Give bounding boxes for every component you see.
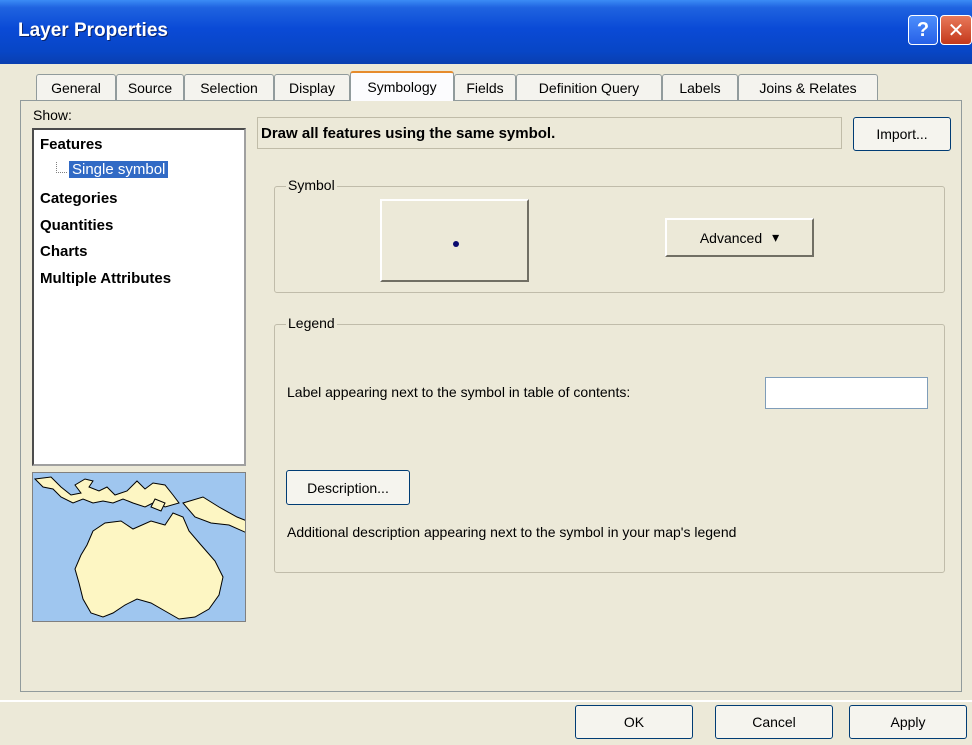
title-bar: Layer Properties ? ✕	[0, 0, 972, 64]
show-tree: Features Single symbol Categories Quanti…	[32, 128, 246, 466]
tree-item-multiple-attributes[interactable]: Multiple Attributes	[40, 270, 171, 287]
tab-definition-query[interactable]: Definition Query	[516, 74, 662, 100]
symbol-group-label: Symbol	[286, 177, 337, 193]
tab-selection[interactable]: Selection	[184, 74, 274, 100]
show-label: Show:	[33, 107, 72, 123]
legend-label-prompt: Label appearing next to the symbol in ta…	[287, 384, 631, 400]
australia-shape	[74, 512, 224, 620]
tab-label: Definition Query	[538, 79, 640, 96]
help-icon: ?	[916, 18, 930, 41]
ok-button-label: OK	[623, 714, 645, 730]
legend-group-label: Legend	[286, 315, 337, 331]
close-button[interactable]: ✕	[940, 15, 972, 45]
tab-label: Selection	[200, 79, 258, 96]
renderer-description-text: Draw all features using the same symbol.	[261, 125, 556, 142]
symbol-group	[274, 186, 945, 293]
legend-label-input[interactable]	[765, 377, 928, 409]
symbol-preview-button[interactable]	[380, 199, 529, 282]
help-button[interactable]: ?	[908, 15, 938, 45]
close-icon: ✕	[947, 19, 965, 42]
tab-symbology[interactable]: Symbology	[350, 71, 454, 101]
tab-joins-relates[interactable]: Joins & Relates	[738, 74, 878, 100]
tab-label: Symbology	[367, 79, 437, 95]
tab-label: Source	[127, 79, 173, 96]
tree-item-features[interactable]: Features	[40, 136, 103, 153]
tab-fields[interactable]: Fields	[454, 74, 516, 100]
tab-general[interactable]: General	[36, 74, 116, 100]
advanced-button-label: Advanced	[699, 229, 763, 246]
tree-item-categories[interactable]: Categories	[40, 190, 118, 207]
tree-item-charts[interactable]: Charts	[40, 243, 88, 260]
apply-button-label: Apply	[890, 714, 926, 730]
import-button[interactable]: Import...	[853, 117, 951, 151]
cancel-button[interactable]: Cancel	[715, 705, 833, 739]
tab-label: Display	[289, 79, 335, 96]
tab-label: Joins & Relates	[759, 79, 857, 96]
tab-labels[interactable]: Labels	[662, 74, 738, 100]
description-button[interactable]: Description...	[286, 470, 410, 505]
tree-item-quantities[interactable]: Quantities	[40, 217, 113, 234]
ok-button[interactable]: OK	[575, 705, 693, 739]
tree-connector	[56, 162, 67, 173]
renderer-description: Draw all features using the same symbol.	[257, 117, 842, 149]
legend-description-text: Additional description appearing next to…	[287, 524, 737, 540]
tab-label: General	[51, 79, 101, 96]
tab-label: Fields	[466, 79, 504, 96]
tab-source[interactable]: Source	[116, 74, 184, 100]
point-symbol-icon	[453, 241, 459, 247]
tab-display[interactable]: Display	[274, 74, 350, 100]
dropdown-arrow-icon: ▾	[772, 229, 780, 245]
footer-separator	[0, 700, 972, 702]
window-title: Layer Properties	[18, 20, 168, 41]
preview-map	[32, 472, 246, 622]
map-image	[33, 476, 245, 620]
description-button-label: Description...	[307, 479, 389, 496]
cancel-button-label: Cancel	[752, 714, 796, 730]
apply-button[interactable]: Apply	[849, 705, 967, 739]
advanced-button[interactable]: Advanced ▾	[665, 218, 814, 257]
tree-item-single-symbol[interactable]: Single symbol	[69, 161, 169, 178]
tab-label: Labels	[679, 79, 721, 96]
import-button-label: Import...	[876, 126, 928, 142]
new-guinea-shape	[182, 496, 245, 533]
